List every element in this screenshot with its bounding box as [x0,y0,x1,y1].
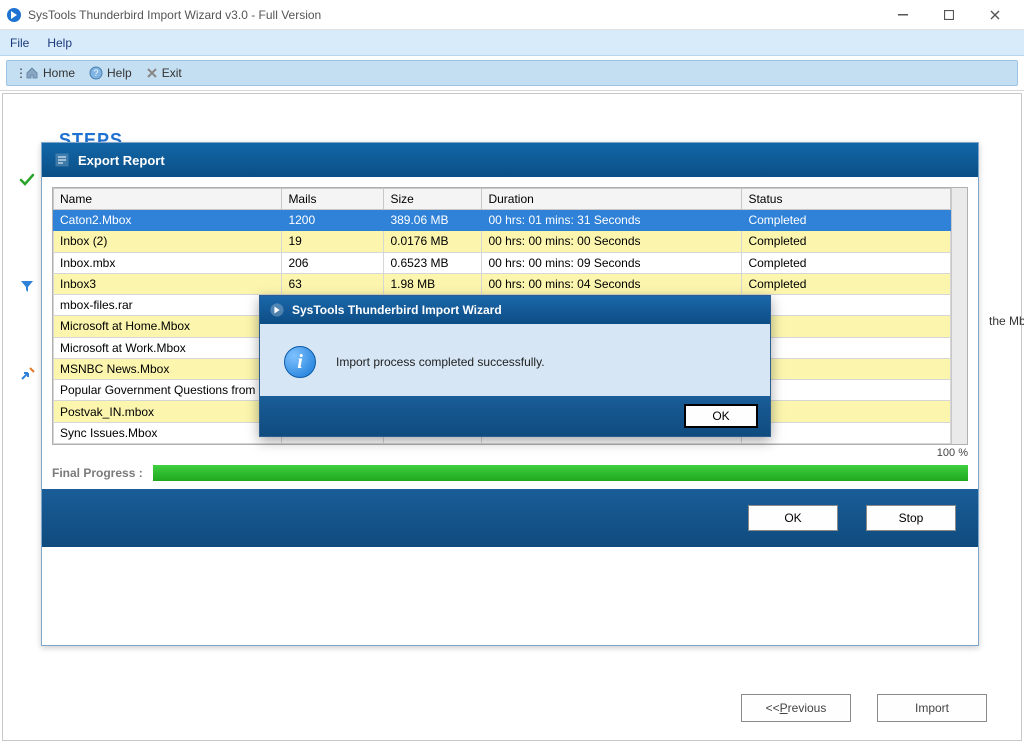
cell-status: Completed [742,273,951,294]
cell-mails: 19 [282,231,384,252]
app-icon [270,303,284,317]
export-report-title: Export Report [78,153,165,168]
col-size[interactable]: Size [384,189,482,210]
toolbar-wrap: ⋮ Home ? Help Exit [0,56,1024,91]
toolbar-exit-label: Exit [162,66,182,80]
toolbar: ⋮ Home ? Help Exit [6,60,1018,86]
window-titlebar: SysTools Thunderbird Import Wizard v3.0 … [0,0,1024,30]
menu-help[interactable]: Help [47,36,72,50]
progress-label: Final Progress : [52,466,143,480]
cell-name: Caton2.Mbox [54,210,282,231]
window-close-button[interactable] [972,0,1018,30]
import-button[interactable]: Import [877,694,987,722]
window-minimize-button[interactable] [880,0,926,30]
cell-mails: 1200 [282,210,384,231]
cell-name: Inbox (2) [54,231,282,252]
cell-mails: 206 [282,252,384,273]
col-mails[interactable]: Mails [282,189,384,210]
svg-text:?: ? [94,68,99,78]
info-dialog-ok-button[interactable]: OK [684,404,758,428]
cell-size: 389.06 MB [384,210,482,231]
col-status[interactable]: Status [742,189,951,210]
cell-name: Inbox.mbx [54,252,282,273]
cell-name: Postvak_IN.mbox [54,401,282,422]
cell-duration: 00 hrs: 01 mins: 31 Seconds [482,210,742,231]
cell-size: 0.0176 MB [384,231,482,252]
table-header-row: Name Mails Size Duration Status [54,189,951,210]
step-3-marker [19,366,35,382]
info-icon: i [284,346,316,378]
report-stop-button[interactable]: Stop [866,505,956,531]
toolbar-help-button[interactable]: ? Help [85,64,136,82]
col-duration[interactable]: Duration [482,189,742,210]
info-dialog-titlebar[interactable]: SysTools Thunderbird Import Wizard [260,296,770,324]
report-ok-button[interactable]: OK [748,505,838,531]
cell-status: eted [742,337,951,358]
help-icon: ? [89,66,103,80]
table-row[interactable]: Caton2.Mbox1200389.06 MB00 hrs: 01 mins:… [54,210,951,231]
wizard-nav: <<Previous Import [3,694,1021,722]
menu-file[interactable]: File [10,36,29,50]
info-dialog-message: Import process completed successfully. [336,355,545,369]
table-row[interactable]: Inbox3631.98 MB00 hrs: 00 mins: 04 Secon… [54,273,951,294]
toolbar-home-button[interactable]: Home [21,64,79,82]
cell-name: Sync Issues.Mbox [54,422,282,443]
previous-button[interactable]: <<Previous [741,694,851,722]
cell-status: Completed [742,252,951,273]
filter-icon [19,278,35,294]
toolbar-exit-button[interactable]: Exit [142,64,186,82]
table-row[interactable]: Inbox.mbx2060.6523 MB00 hrs: 00 mins: 09… [54,252,951,273]
export-report-header: Export Report [42,143,978,177]
step-2-marker [19,278,35,294]
app-icon [6,7,22,23]
cell-status: eted [742,380,951,401]
close-icon [146,67,158,79]
export-icon [19,366,35,382]
progress-bar [153,465,968,481]
col-name[interactable]: Name [54,189,282,210]
cell-status: Completed [742,210,951,231]
cell-mails: 63 [282,273,384,294]
menu-bar: File Help [0,30,1024,56]
cell-status [742,422,951,443]
toolbar-home-label: Home [43,66,75,80]
cell-duration: 00 hrs: 00 mins: 00 Seconds [482,231,742,252]
window-title: SysTools Thunderbird Import Wizard v3.0 … [28,8,880,22]
report-icon [54,152,70,168]
window-maximize-button[interactable] [926,0,972,30]
toolbar-help-label: Help [107,66,132,80]
check-icon [19,172,35,188]
cell-status: Completed [742,231,951,252]
cell-name: MSNBC News.Mbox [54,358,282,379]
cell-name: Microsoft at Work.Mbox [54,337,282,358]
progress-percent: 100 % [937,447,968,459]
cell-name: Popular Government Questions from US [54,380,282,401]
cell-name: Microsoft at Home.Mbox [54,316,282,337]
home-icon [25,66,39,80]
cell-size: 1.98 MB [384,273,482,294]
cell-status: eted [742,401,951,422]
cell-duration: 00 hrs: 00 mins: 04 Seconds [482,273,742,294]
cell-duration: 00 hrs: 00 mins: 09 Seconds [482,252,742,273]
progress-fill [153,465,968,481]
cell-name: mbox-files.rar [54,295,282,316]
cell-status: eted [742,358,951,379]
main-area: STEPS the Mbox Export Report Name Mails [2,93,1022,741]
report-footer: OK Stop [42,489,978,547]
table-row[interactable]: Inbox (2)190.0176 MB00 hrs: 00 mins: 00 … [54,231,951,252]
cell-size: 0.6523 MB [384,252,482,273]
info-dialog: SysTools Thunderbird Import Wizard i Imp… [259,295,771,437]
table-scrollbar[interactable] [951,188,967,444]
cell-name: Inbox3 [54,273,282,294]
info-dialog-title: SysTools Thunderbird Import Wizard [292,303,502,317]
cell-status: eted [742,295,951,316]
step-1-marker [19,172,35,188]
side-hint-text: the Mbox [989,314,1024,328]
cell-status: eted [742,316,951,337]
